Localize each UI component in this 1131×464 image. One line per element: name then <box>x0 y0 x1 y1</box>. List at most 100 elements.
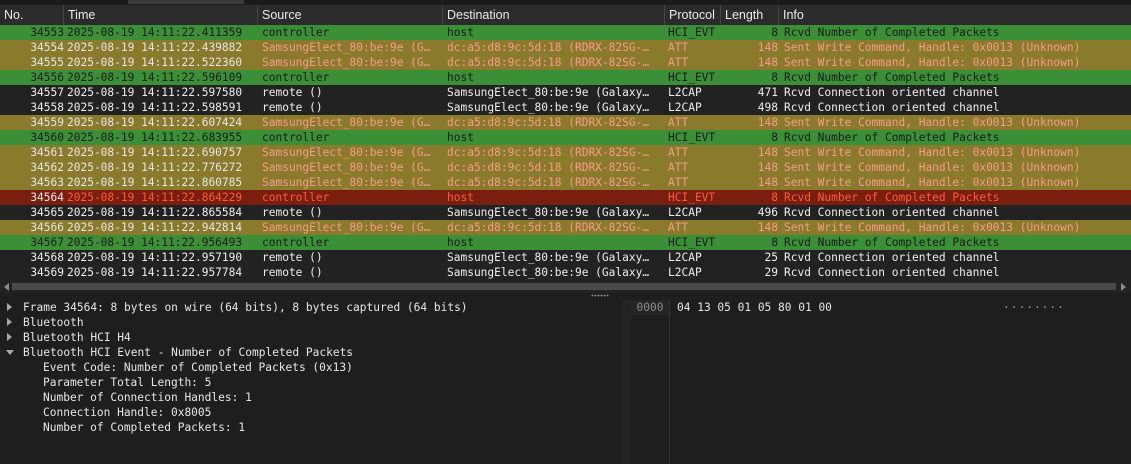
table-row[interactable]: 34554 2025-08-19 14:11:22.439882 SamsungEl… <box>0 40 1131 55</box>
tree-item-frame[interactable]: Frame 34564: 8 bytes on wire (64 bits), … <box>23 300 468 315</box>
cell-len: 471 <box>757 86 778 99</box>
column-header-info[interactable]: Info <box>779 5 1131 25</box>
cell-no: 34553 <box>30 26 64 39</box>
table-row[interactable]: 34567 2025-08-19 14:11:22.956493 controlle… <box>0 235 1131 250</box>
tree-field-connection-handle[interactable]: Connection Handle: 0x8005 <box>43 405 211 420</box>
vertical-pane-splitter[interactable] <box>622 299 631 464</box>
cell-proto: ATT <box>668 176 689 189</box>
cell-time: 2025-08-19 14:11:22.597580 <box>67 86 243 99</box>
cell-len: 496 <box>757 206 778 219</box>
cell-dst: dc:a5:d8:9c:5d:18 (RDRX-82SG-… <box>447 146 650 159</box>
tree-field-completed-packets[interactable]: Number of Completed Packets: 1 <box>43 420 245 435</box>
table-row[interactable]: 34561 2025-08-19 14:11:22.690757 SamsungEl… <box>0 145 1131 160</box>
expand-arrow-icon[interactable] <box>7 333 12 341</box>
cell-proto: ATT <box>668 56 689 69</box>
cell-src: SamsungElect_80:be:9e (G… <box>262 176 431 189</box>
cell-proto: L2CAP <box>668 206 702 219</box>
cell-proto: HCI_EVT <box>668 191 716 204</box>
cell-info: Sent Write Command, Handle: 0x0013 (Unkn… <box>784 116 1081 129</box>
table-row[interactable]: 34553 2025-08-19 14:11:22.411359 controlle… <box>0 25 1131 40</box>
tree-item-bluetooth[interactable]: Bluetooth <box>23 315 84 330</box>
cell-proto: ATT <box>668 146 689 159</box>
cell-len: 148 <box>757 161 778 174</box>
hex-offset-column <box>631 299 670 464</box>
table-row[interactable]: 34569 2025-08-19 14:11:22.957784 remote ()… <box>0 265 1131 280</box>
table-row[interactable]: 34560 2025-08-19 14:11:22.683955 controlle… <box>0 130 1131 145</box>
tree-field-connection-handles[interactable]: Number of Connection Handles: 1 <box>43 390 252 405</box>
cell-time: 2025-08-19 14:11:22.956493 <box>67 236 243 249</box>
cell-len: 148 <box>757 146 778 159</box>
cell-time: 2025-08-19 14:11:22.683955 <box>67 131 243 144</box>
cell-dst: host <box>447 191 474 204</box>
cell-dst: SamsungElect_80:be:9e (Galaxy… <box>447 206 650 219</box>
cell-info: Sent Write Command, Handle: 0x0013 (Unkn… <box>784 146 1081 159</box>
cell-src: SamsungElect_80:be:9e (G… <box>262 221 431 234</box>
table-row[interactable]: 34557 2025-08-19 14:11:22.597580 remote ()… <box>0 85 1131 100</box>
packet-list-header: No. Time Source Destination Protocol Len… <box>0 5 1131 25</box>
cell-info: Rcvd Number of Completed Packets <box>784 236 1000 249</box>
table-row[interactable]: 34556 2025-08-19 14:11:22.596109 controlle… <box>0 70 1131 85</box>
table-row[interactable]: 34558 2025-08-19 14:11:22.598591 remote ()… <box>0 100 1131 115</box>
cell-dst: SamsungElect_80:be:9e (Galaxy… <box>447 251 650 264</box>
top-scroll-thumb[interactable] <box>128 0 244 4</box>
cell-no: 34568 <box>30 251 64 264</box>
expand-arrow-icon[interactable] <box>7 318 12 326</box>
cell-time: 2025-08-19 14:11:22.607424 <box>67 116 243 129</box>
table-row-selected[interactable]: 34564 2025-08-19 14:11:22.864229 controlle… <box>0 190 1131 205</box>
cell-len: 8 <box>771 26 778 39</box>
cell-info: Rcvd Connection oriented channel <box>784 86 1000 99</box>
cell-info: Rcvd Number of Completed Packets <box>784 191 1000 204</box>
cell-proto: ATT <box>668 41 689 54</box>
expand-arrow-icon[interactable] <box>7 303 12 311</box>
cell-src: remote () <box>262 206 323 219</box>
column-header-no[interactable]: No. <box>0 5 64 25</box>
column-header-length[interactable]: Length <box>721 5 779 25</box>
cell-info: Rcvd Connection oriented channel <box>784 251 1000 264</box>
tree-item-hci-h4[interactable]: Bluetooth HCI H4 <box>23 330 131 345</box>
tree-item-hci-event[interactable]: Bluetooth HCI Event - Number of Complete… <box>23 345 353 360</box>
cell-src: remote () <box>262 86 323 99</box>
cell-time: 2025-08-19 14:11:22.860785 <box>67 176 243 189</box>
cell-time: 2025-08-19 14:11:22.865584 <box>67 206 243 219</box>
table-row[interactable]: 34555 2025-08-19 14:11:22.522360 SamsungEl… <box>0 55 1131 70</box>
packet-details-pane: Frame 34564: 8 bytes on wire (64 bits), … <box>0 299 622 464</box>
cell-proto: ATT <box>668 161 689 174</box>
cell-src: controller <box>262 191 330 204</box>
cell-len: 8 <box>771 191 778 204</box>
column-header-destination[interactable]: Destination <box>443 5 665 25</box>
cell-no: 34556 <box>30 71 64 84</box>
hex-bytes[interactable]: 04 13 05 01 05 80 01 00 <box>677 300 832 315</box>
table-row[interactable]: 34566 2025-08-19 14:11:22.942814 SamsungEl… <box>0 220 1131 235</box>
cell-dst: SamsungElect_80:be:9e (Galaxy… <box>447 266 650 279</box>
table-row[interactable]: 34568 2025-08-19 14:11:22.957190 remote ()… <box>0 250 1131 265</box>
cell-len: 148 <box>757 41 778 54</box>
tree-field-event-code[interactable]: Event Code: Number of Completed Packets … <box>43 360 353 375</box>
cell-src: remote () <box>262 266 323 279</box>
column-header-time[interactable]: Time <box>64 5 258 25</box>
scroll-right-arrow-icon[interactable] <box>1121 283 1126 291</box>
cell-info: Sent Write Command, Handle: 0x0013 (Unkn… <box>784 221 1081 234</box>
table-row[interactable]: 34562 2025-08-19 14:11:22.776272 SamsungEl… <box>0 160 1131 175</box>
cell-no: 34569 <box>30 266 64 279</box>
cell-src: SamsungElect_80:be:9e (G… <box>262 41 431 54</box>
tree-field-parameter-length[interactable]: Parameter Total Length: 5 <box>43 375 211 390</box>
cell-proto: HCI_EVT <box>668 131 716 144</box>
packet-list-horizontal-scrollbar[interactable] <box>0 280 1131 293</box>
table-row[interactable]: 34565 2025-08-19 14:11:22.865584 remote ()… <box>0 205 1131 220</box>
splitter-grip-icon[interactable] <box>591 294 609 297</box>
cell-time: 2025-08-19 14:11:22.690757 <box>67 146 243 159</box>
scroll-thumb[interactable] <box>12 283 1116 290</box>
hex-ascii[interactable]: ········ <box>1003 300 1065 315</box>
cell-time: 2025-08-19 14:11:22.957190 <box>67 251 243 264</box>
column-header-protocol[interactable]: Protocol <box>665 5 721 25</box>
cell-info: Sent Write Command, Handle: 0x0013 (Unkn… <box>784 56 1081 69</box>
cell-len: 8 <box>771 236 778 249</box>
cell-src: remote () <box>262 251 323 264</box>
scroll-left-arrow-icon[interactable] <box>4 283 9 291</box>
cell-time: 2025-08-19 14:11:22.957784 <box>67 266 243 279</box>
table-row[interactable]: 34559 2025-08-19 14:11:22.607424 SamsungEl… <box>0 115 1131 130</box>
column-header-source[interactable]: Source <box>258 5 443 25</box>
collapse-arrow-icon[interactable] <box>6 350 14 355</box>
cell-src: SamsungElect_80:be:9e (G… <box>262 116 431 129</box>
table-row[interactable]: 34563 2025-08-19 14:11:22.860785 SamsungEl… <box>0 175 1131 190</box>
